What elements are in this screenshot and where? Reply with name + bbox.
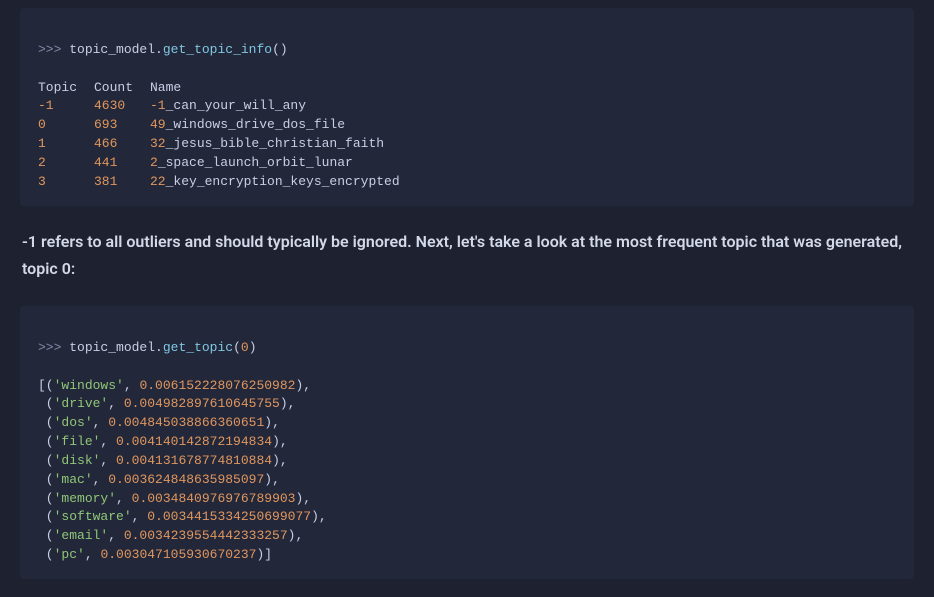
- prompt: >>>: [38, 340, 69, 355]
- cell-topic: 2: [38, 154, 94, 173]
- tuple-word: 'email': [54, 528, 109, 543]
- cell-name-prefix: 49: [150, 117, 166, 132]
- table-row: 24412_space_launch_orbit_lunar: [38, 155, 353, 170]
- cell-name-prefix: 2: [150, 155, 158, 170]
- object-name: topic_model: [69, 340, 155, 355]
- cell-topic: 3: [38, 173, 94, 192]
- cell-count: 441: [94, 154, 150, 173]
- sep: ,: [132, 509, 148, 524]
- tuple-word: 'drive': [54, 396, 109, 411]
- object-name: topic_model: [69, 42, 155, 57]
- tuple-word: 'software': [54, 509, 132, 524]
- cell-name-text: _key_encryption_keys_encrypted: [166, 174, 400, 189]
- cell-topic: 1: [38, 135, 94, 154]
- sep: ,: [93, 472, 109, 487]
- cell-name-prefix: -1: [150, 98, 166, 113]
- arg-value: 0: [241, 340, 249, 355]
- tuple-word: 'windows': [54, 378, 124, 393]
- dot: .: [155, 340, 163, 355]
- tuple-value: 0.004845038866360651: [108, 415, 264, 430]
- header-topic: Topic: [38, 79, 94, 98]
- tuple-word: 'file': [54, 434, 101, 449]
- tuple-value: 0.0034239554442333257: [124, 528, 288, 543]
- prompt: >>>: [38, 42, 69, 57]
- cell-name-text: _can_your_will_any: [166, 98, 306, 113]
- dot: .: [155, 42, 163, 57]
- tuple-value: 0.003624848635985097: [108, 472, 264, 487]
- tuple-close: )]: [256, 547, 272, 562]
- tuple-close: ),: [264, 415, 280, 430]
- cell-count: 4630: [94, 97, 150, 116]
- code-block-topic-info: >>> topic_model.get_topic_info() TopicCo…: [20, 8, 914, 206]
- tuple-value: 0.006152228076250982: [139, 378, 295, 393]
- tuple-close: ),: [280, 396, 296, 411]
- tuple-value: 0.0034415334250699077: [147, 509, 311, 524]
- cell-name-prefix: 32: [150, 136, 166, 151]
- table-row: -14630-1_can_your_will_any: [38, 98, 306, 113]
- cell-name-prefix: 22: [150, 174, 166, 189]
- header-count: Count: [94, 79, 150, 98]
- cell-topic: 0: [38, 116, 94, 135]
- paren-open: (: [233, 340, 241, 355]
- paragraph-explanation: -1 refers to all outliers and should typ…: [0, 224, 934, 298]
- sep: ,: [93, 415, 109, 430]
- table-row: 146632_jesus_bible_christian_faith: [38, 136, 384, 151]
- sep: ,: [108, 396, 124, 411]
- method-name: get_topic: [163, 340, 233, 355]
- sep: ,: [116, 491, 132, 506]
- tuple-close: ),: [272, 453, 288, 468]
- tuple-close: ),: [272, 434, 288, 449]
- tuple-close: ),: [264, 472, 280, 487]
- cell-count: 693: [94, 116, 150, 135]
- tuple-value: 0.0034840976976789903: [132, 491, 296, 506]
- paren-close: ): [249, 340, 257, 355]
- tuple-value: 0.004140142872194834: [116, 434, 272, 449]
- tuple-close: ),: [311, 509, 327, 524]
- header-name: Name: [150, 80, 181, 95]
- tuple-word: 'disk': [54, 453, 101, 468]
- cell-topic: -1: [38, 97, 94, 116]
- tuple-value: 0.004131678774810884: [116, 453, 272, 468]
- sep: ,: [100, 434, 116, 449]
- cell-name-text: _jesus_bible_christian_faith: [166, 136, 384, 151]
- tuple-word: 'pc': [54, 547, 85, 562]
- tuple-close: ),: [295, 491, 311, 506]
- paren-close: ): [280, 42, 288, 57]
- code-block-get-topic: >>> topic_model.get_topic(0) [('windows'…: [20, 306, 914, 579]
- tuple-close: ),: [288, 528, 304, 543]
- sep: ,: [100, 453, 116, 468]
- cell-count: 381: [94, 173, 150, 192]
- sep: ,: [85, 547, 101, 562]
- table-header: TopicCountName: [38, 80, 181, 95]
- cell-name-text: _space_launch_orbit_lunar: [158, 155, 353, 170]
- paren-open: (: [272, 42, 280, 57]
- table-row: 338122_key_encryption_keys_encrypted: [38, 174, 400, 189]
- method-name: get_topic_info: [163, 42, 272, 57]
- sep: ,: [124, 378, 140, 393]
- tuple-value: 0.004982897610645755: [124, 396, 280, 411]
- tuple-word: 'memory': [54, 491, 116, 506]
- tuple-word: 'mac': [54, 472, 93, 487]
- bracket-open: [(: [38, 378, 54, 393]
- cell-name-text: _windows_drive_dos_file: [166, 117, 345, 132]
- table-row: 069349_windows_drive_dos_file: [38, 117, 345, 132]
- tuple-value: 0.003047105930670237: [100, 547, 256, 562]
- sep: ,: [108, 528, 124, 543]
- tuple-close: ),: [295, 378, 311, 393]
- cell-count: 466: [94, 135, 150, 154]
- tuple-word: 'dos': [54, 415, 93, 430]
